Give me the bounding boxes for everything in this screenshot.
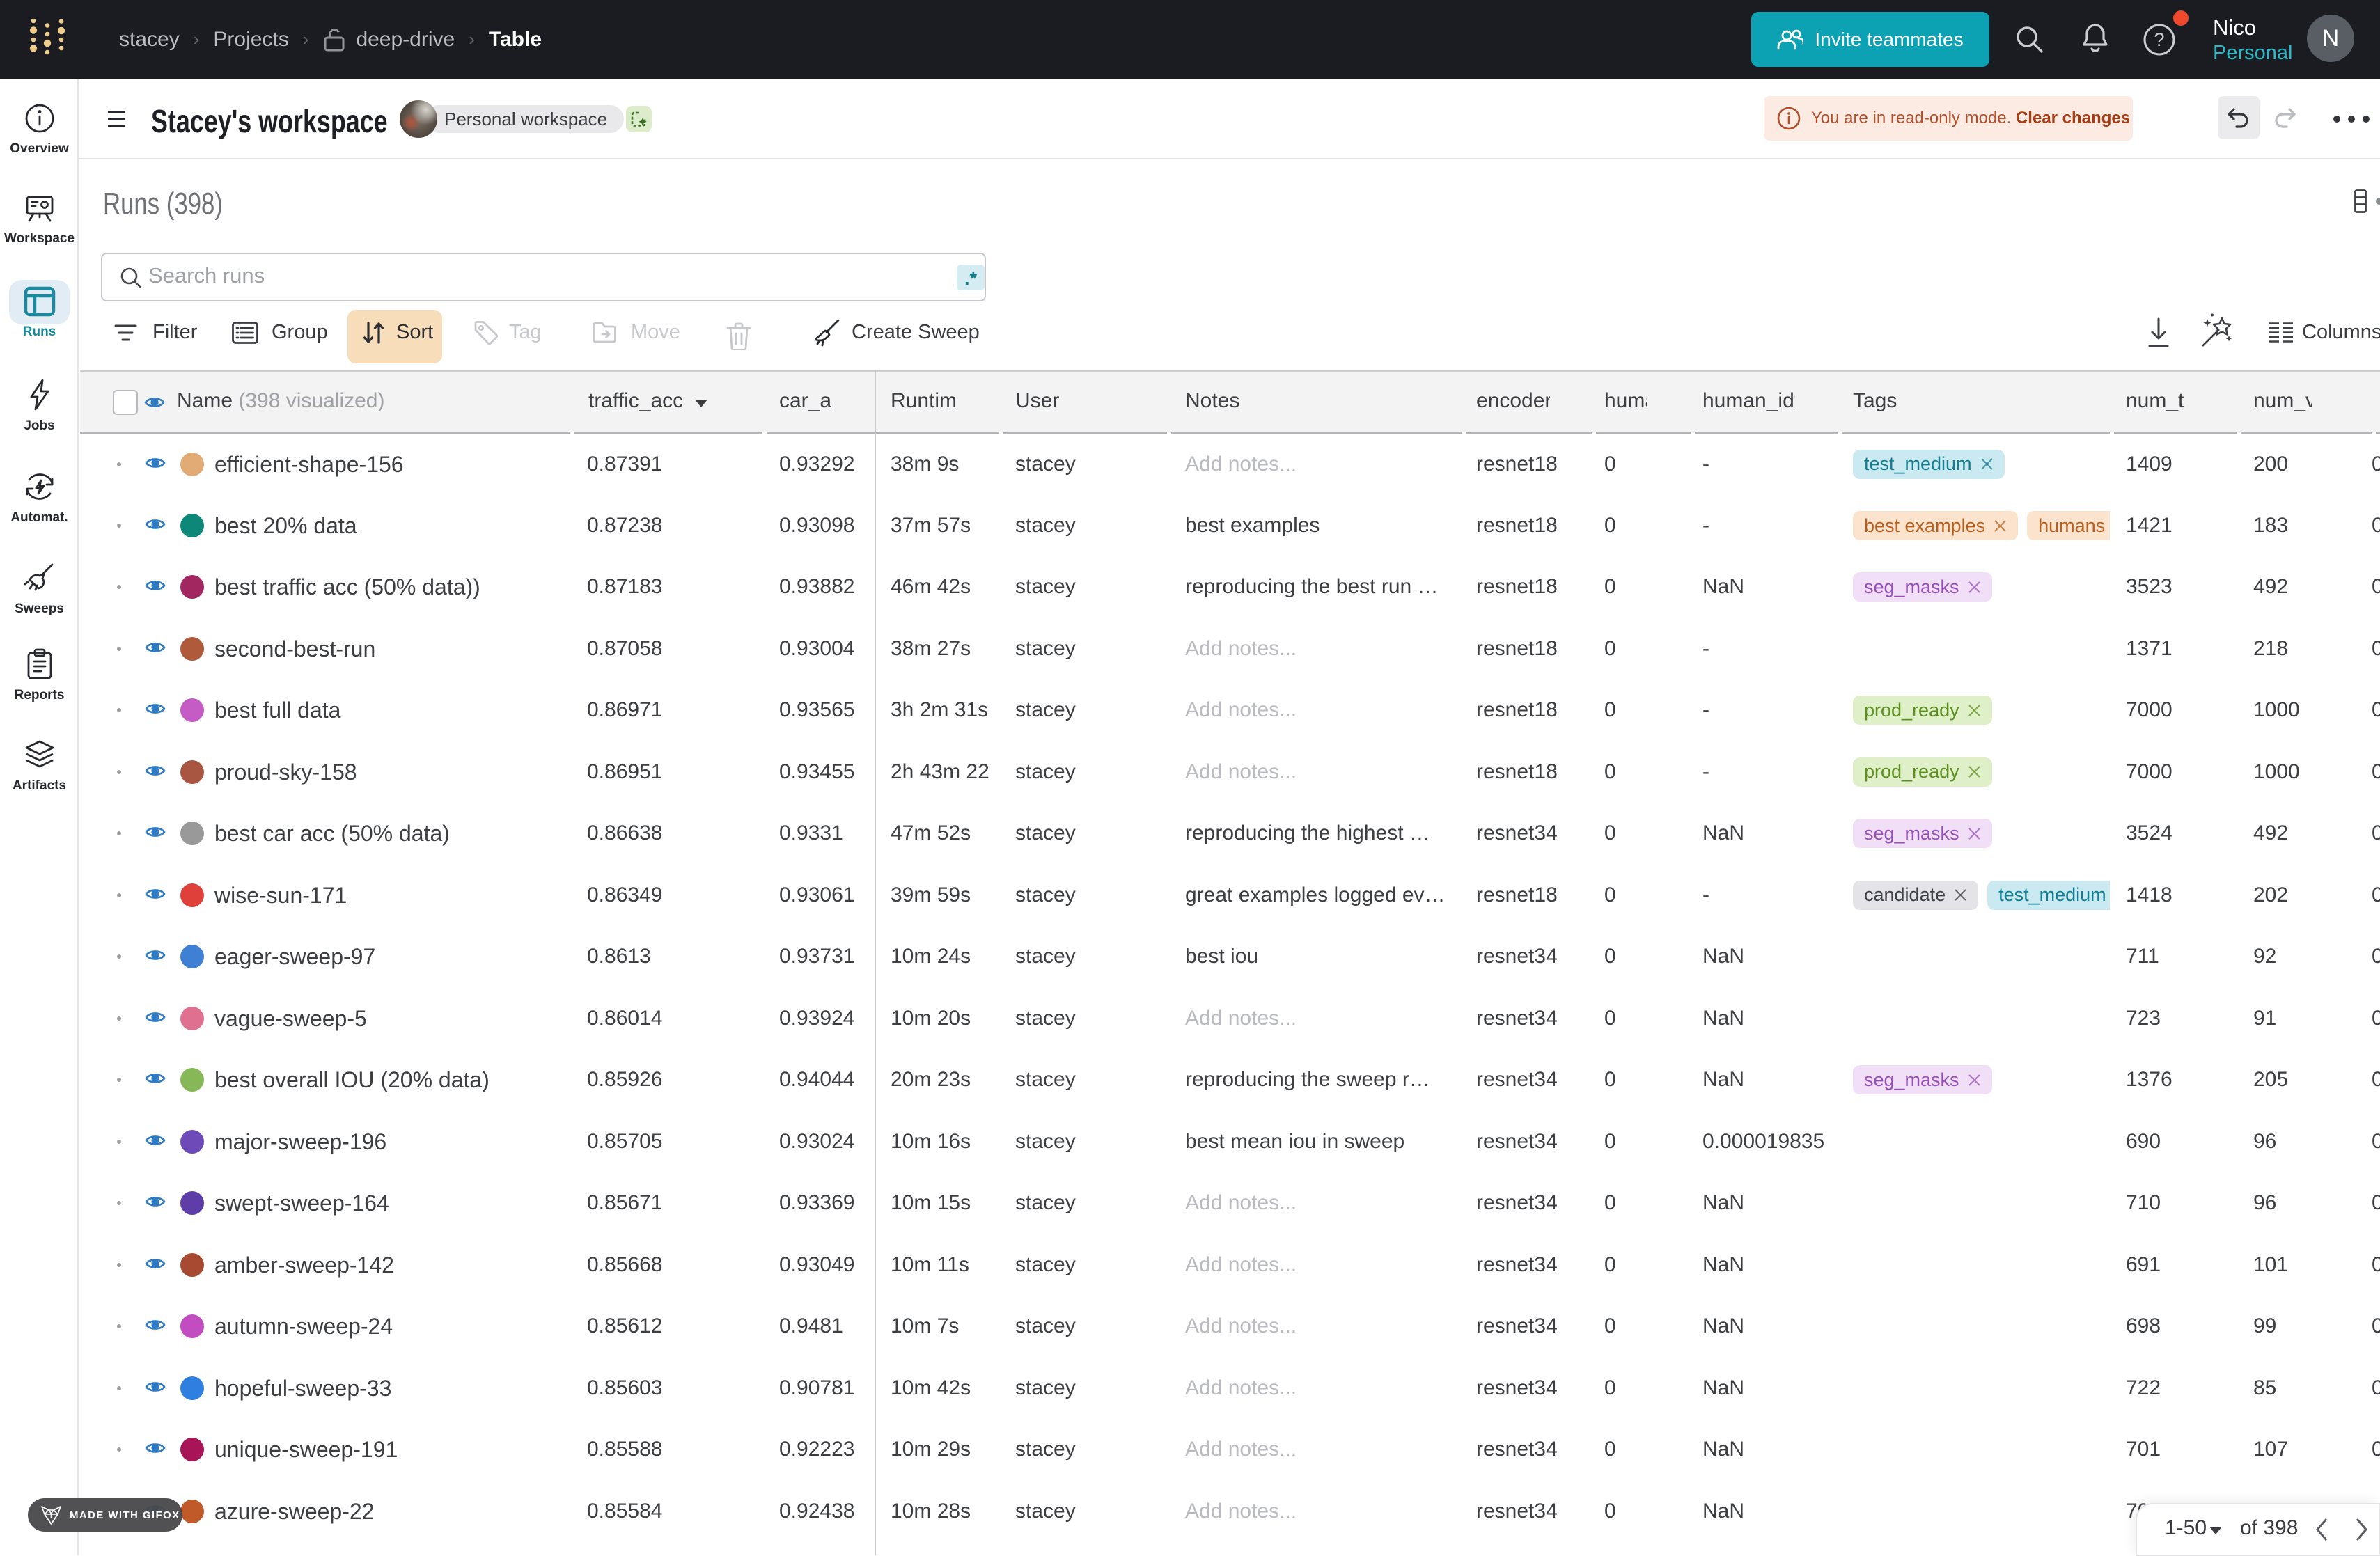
svg-text:?: ? [2154,29,2164,50]
